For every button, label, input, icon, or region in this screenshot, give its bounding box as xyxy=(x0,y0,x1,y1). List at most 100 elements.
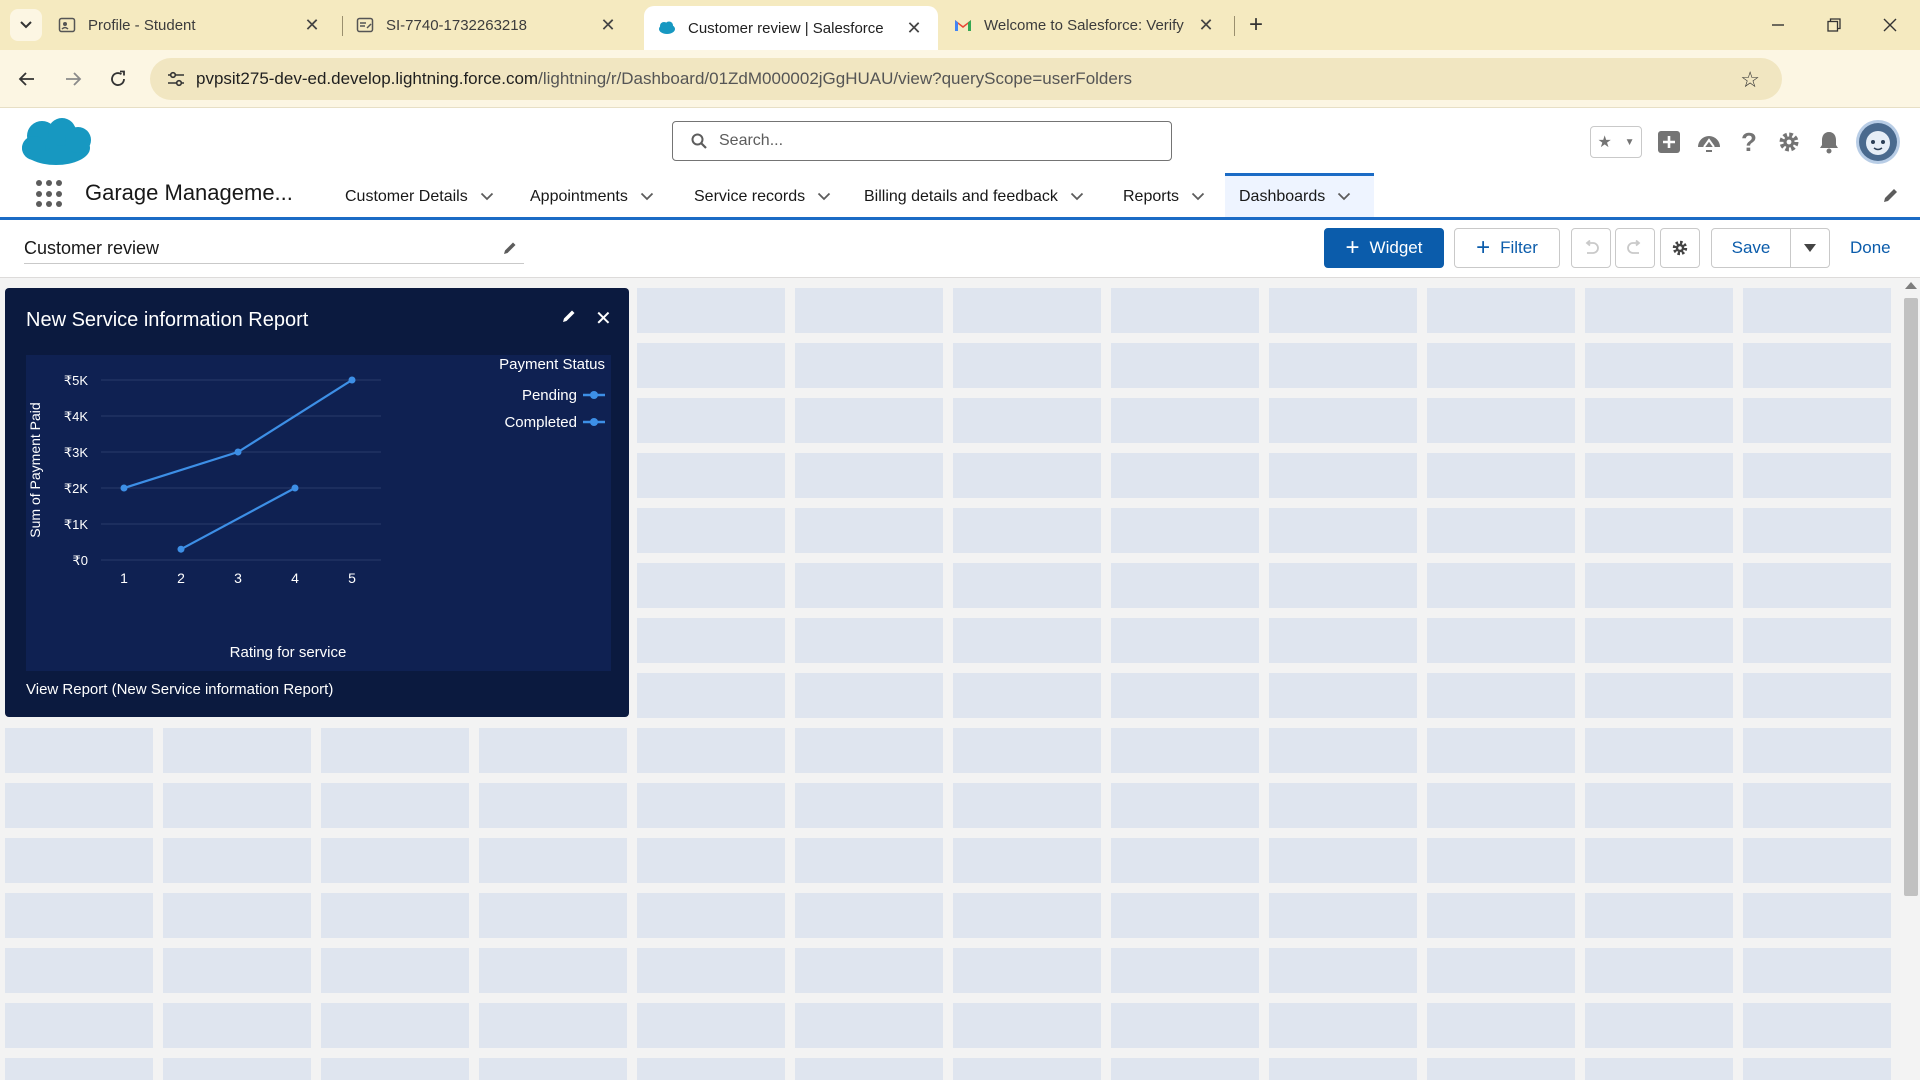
canvas-grid-cell[interactable] xyxy=(1743,948,1891,993)
canvas-grid-cell[interactable] xyxy=(795,783,943,828)
canvas-grid-cell[interactable] xyxy=(5,728,153,773)
site-settings-icon[interactable] xyxy=(156,71,196,87)
canvas-grid-cell[interactable] xyxy=(1585,1003,1733,1048)
canvas-grid-cell[interactable] xyxy=(1111,563,1259,608)
canvas-grid-cell[interactable] xyxy=(795,673,943,718)
canvas-grid-cell[interactable] xyxy=(1269,508,1417,553)
canvas-grid-cell[interactable] xyxy=(795,398,943,443)
canvas-grid-cell[interactable] xyxy=(1427,453,1575,498)
save-button[interactable]: Save xyxy=(1711,228,1791,268)
canvas-grid-cell[interactable] xyxy=(5,948,153,993)
canvas-grid-cell[interactable] xyxy=(163,948,311,993)
canvas-grid-cell[interactable] xyxy=(637,618,785,663)
canvas-grid-cell[interactable] xyxy=(637,838,785,883)
url-input[interactable]: pvpsit275-dev-ed.develop.lightning.force… xyxy=(150,58,1782,100)
canvas-grid-cell[interactable] xyxy=(163,1058,311,1080)
canvas-grid-cell[interactable] xyxy=(5,838,153,883)
canvas-grid-cell[interactable] xyxy=(163,783,311,828)
canvas-grid-cell[interactable] xyxy=(1427,398,1575,443)
canvas-grid-cell[interactable] xyxy=(1585,728,1733,773)
canvas-grid-cell[interactable] xyxy=(637,508,785,553)
edit-widget-pencil-icon[interactable] xyxy=(561,308,577,329)
canvas-grid-cell[interactable] xyxy=(953,728,1101,773)
add-filter-button[interactable]: + Filter xyxy=(1454,228,1560,268)
back-button[interactable] xyxy=(12,64,42,94)
canvas-grid-cell[interactable] xyxy=(163,728,311,773)
canvas-grid-cell[interactable] xyxy=(953,453,1101,498)
browser-tab-si[interactable]: SI-7740-1732263218 ✕ xyxy=(342,6,632,44)
canvas-grid-cell[interactable] xyxy=(1427,838,1575,883)
canvas-grid-cell[interactable] xyxy=(1269,948,1417,993)
canvas-grid-cell[interactable] xyxy=(1743,783,1891,828)
canvas-grid-cell[interactable] xyxy=(1743,1058,1891,1080)
nav-item-customer-details[interactable]: Customer Details xyxy=(331,176,508,217)
canvas-grid-cell[interactable] xyxy=(1269,563,1417,608)
canvas-grid-cell[interactable] xyxy=(5,783,153,828)
canvas-grid-cell[interactable] xyxy=(321,838,469,883)
canvas-grid-cell[interactable] xyxy=(1111,508,1259,553)
restore-button[interactable] xyxy=(1806,0,1862,50)
canvas-grid-cell[interactable] xyxy=(953,783,1101,828)
done-button[interactable]: Done xyxy=(1850,238,1891,258)
close-window-button[interactable] xyxy=(1862,0,1918,50)
trailhead-guidance-icon[interactable] xyxy=(1696,129,1722,155)
user-avatar[interactable] xyxy=(1856,120,1900,164)
canvas-grid-cell[interactable] xyxy=(1585,343,1733,388)
canvas-grid-cell[interactable] xyxy=(163,893,311,938)
nav-item-service-records[interactable]: Service records xyxy=(680,176,845,217)
canvas-grid-cell[interactable] xyxy=(1585,1058,1733,1080)
canvas-grid-cell[interactable] xyxy=(637,728,785,773)
canvas-grid-cell[interactable] xyxy=(637,893,785,938)
canvas-grid-cell[interactable] xyxy=(795,508,943,553)
canvas-grid-cell[interactable] xyxy=(637,673,785,718)
canvas-grid-cell[interactable] xyxy=(637,288,785,333)
browser-tab-profile[interactable]: Profile - Student ✕ xyxy=(44,6,336,44)
browser-tab-customer-review[interactable]: Customer review | Salesforce ✕ xyxy=(644,6,938,50)
canvas-grid-cell[interactable] xyxy=(953,563,1101,608)
canvas-grid-cell[interactable] xyxy=(1427,948,1575,993)
canvas-grid-cell[interactable] xyxy=(953,673,1101,718)
canvas-grid-cell[interactable] xyxy=(1585,398,1733,443)
canvas-grid-cell[interactable] xyxy=(479,948,627,993)
canvas-grid-cell[interactable] xyxy=(1269,398,1417,443)
canvas-grid-cell[interactable] xyxy=(795,1003,943,1048)
canvas-grid-cell[interactable] xyxy=(1743,673,1891,718)
salesforce-logo[interactable] xyxy=(18,116,94,168)
notifications-bell-icon[interactable] xyxy=(1816,129,1842,155)
canvas-grid-cell[interactable] xyxy=(1269,728,1417,773)
canvas-grid-cell[interactable] xyxy=(321,948,469,993)
canvas-grid-cell[interactable] xyxy=(953,618,1101,663)
canvas-grid-cell[interactable] xyxy=(479,1058,627,1080)
scroll-up-arrow-icon[interactable] xyxy=(1905,282,1917,289)
canvas-grid-cell[interactable] xyxy=(1585,893,1733,938)
dashboard-properties-button[interactable] xyxy=(1660,228,1700,268)
chevron-down-icon[interactable] xyxy=(1191,192,1205,201)
canvas-grid-cell[interactable] xyxy=(1427,1058,1575,1080)
canvas-grid-cell[interactable] xyxy=(637,398,785,443)
canvas-grid-cell[interactable] xyxy=(1427,893,1575,938)
canvas-grid-cell[interactable] xyxy=(1111,783,1259,828)
canvas-grid-cell[interactable] xyxy=(953,893,1101,938)
canvas-grid-cell[interactable] xyxy=(1743,1003,1891,1048)
canvas-grid-cell[interactable] xyxy=(1427,343,1575,388)
canvas-grid-cell[interactable] xyxy=(479,728,627,773)
canvas-grid-cell[interactable] xyxy=(1269,1003,1417,1048)
canvas-grid-cell[interactable] xyxy=(1585,838,1733,883)
nav-item-dashboards[interactable]: Dashboards xyxy=(1225,173,1374,217)
canvas-grid-cell[interactable] xyxy=(163,1003,311,1048)
canvas-grid-cell[interactable] xyxy=(1269,893,1417,938)
bookmark-star-icon[interactable]: ☆ xyxy=(1740,67,1760,93)
nav-item-appointments[interactable]: Appointments xyxy=(516,176,668,217)
canvas-grid-cell[interactable] xyxy=(637,453,785,498)
canvas-grid-cell[interactable] xyxy=(321,1058,469,1080)
scrollbar-thumb[interactable] xyxy=(1904,298,1918,896)
canvas-grid-cell[interactable] xyxy=(953,508,1101,553)
canvas-grid-cell[interactable] xyxy=(795,453,943,498)
canvas-grid-cell[interactable] xyxy=(1585,948,1733,993)
canvas-grid-cell[interactable] xyxy=(321,893,469,938)
canvas-grid-cell[interactable] xyxy=(5,1003,153,1048)
canvas-grid-cell[interactable] xyxy=(1743,893,1891,938)
canvas-grid-cell[interactable] xyxy=(1427,563,1575,608)
canvas-grid-cell[interactable] xyxy=(1743,453,1891,498)
canvas-grid-cell[interactable] xyxy=(1111,893,1259,938)
